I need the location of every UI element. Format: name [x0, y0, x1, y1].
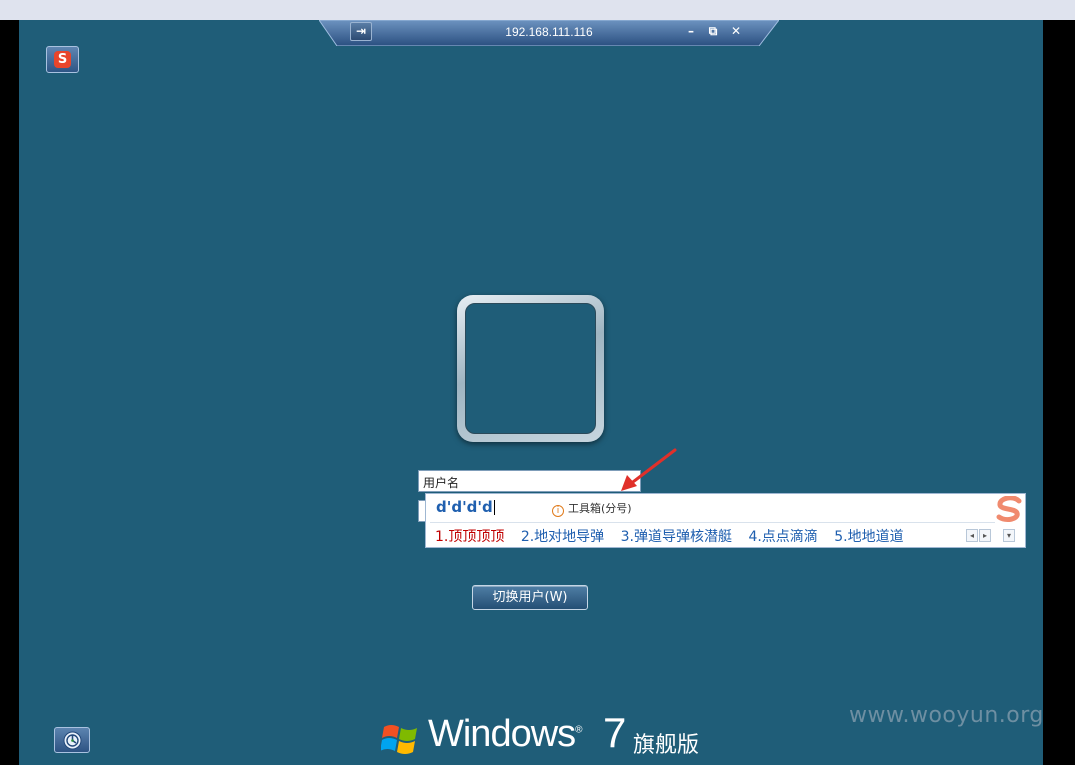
rdp-host-title: 192.168.111.116 [505, 25, 593, 39]
windows-name: Windows [428, 713, 576, 755]
ime-divider [430, 522, 995, 523]
ime-toolbox-hint[interactable]: i 工具箱(分号) [552, 500, 632, 517]
windows-version: 7 [603, 709, 627, 756]
sogou-ime-icon: S [54, 51, 71, 68]
watermark: www.wooyun.org [849, 703, 1044, 728]
user-avatar-frame [457, 295, 604, 442]
rdp-connection-bar: ⇥ 192.168.111.116 – ⧉ ✕ [319, 20, 779, 46]
windows-wordmark: Windows® [428, 713, 583, 756]
ime-candidate[interactable]: 1.顶顶顶顶 [435, 529, 504, 545]
sogou-toolbar-button[interactable]: S [46, 46, 79, 73]
username-input[interactable]: 用户名 [418, 470, 641, 492]
ime-candidate-list: 1.顶顶顶顶 2.地对地导弹 3.弹道导弹核潜艇 4.点点滴滴 5.地地道道 [435, 526, 916, 546]
ime-composition: d'd'd'd [436, 498, 495, 516]
ime-composition-text: d'd'd'd [436, 498, 493, 516]
ease-of-access-icon [63, 731, 82, 750]
ime-next-page-button[interactable]: ▸ [979, 529, 991, 542]
ime-candidate[interactable]: 5.地地道道 [834, 529, 903, 545]
ime-toolbox-label: 工具箱(分号) [568, 502, 632, 515]
windows-flag-icon [381, 725, 417, 754]
ime-prev-page-button[interactable]: ◂ [966, 529, 978, 542]
ime-candidate[interactable]: 2.地对地导弹 [521, 529, 604, 545]
sogou-ime-icon [996, 496, 1022, 523]
ime-expand-button[interactable]: ▾ [1003, 529, 1015, 542]
pin-icon[interactable]: ⇥ [350, 22, 372, 41]
ime-candidate[interactable]: 3.弹道导弹核潜艇 [621, 529, 732, 545]
info-icon: i [552, 505, 564, 517]
restore-button[interactable]: ⧉ [705, 23, 721, 39]
right-letterbox [1043, 20, 1075, 765]
minimize-button[interactable]: – [683, 23, 699, 39]
remote-desktop-screen: ⇥ 192.168.111.116 – ⧉ ✕ S 用户名 d'd'd'd i工… [19, 20, 1043, 765]
avatar [465, 303, 596, 434]
ime-candidate-window: d'd'd'd i 工具箱(分号) 1.顶顶顶顶 2.地对地导弹 3.弹道导弹核潜… [425, 493, 1026, 548]
host-title-strip [0, 0, 1075, 20]
ease-of-access-button[interactable] [54, 727, 90, 753]
ime-candidate[interactable]: 4.点点滴滴 [748, 529, 817, 545]
switch-user-button[interactable]: 切换用户(W) [472, 585, 588, 610]
close-button[interactable]: ✕ [728, 23, 744, 39]
annotation-arrow [621, 448, 677, 491]
windows-edition: 旗舰版 [633, 733, 700, 758]
text-caret [493, 500, 495, 515]
left-letterbox [0, 20, 19, 765]
registered-mark: ® [575, 724, 582, 736]
